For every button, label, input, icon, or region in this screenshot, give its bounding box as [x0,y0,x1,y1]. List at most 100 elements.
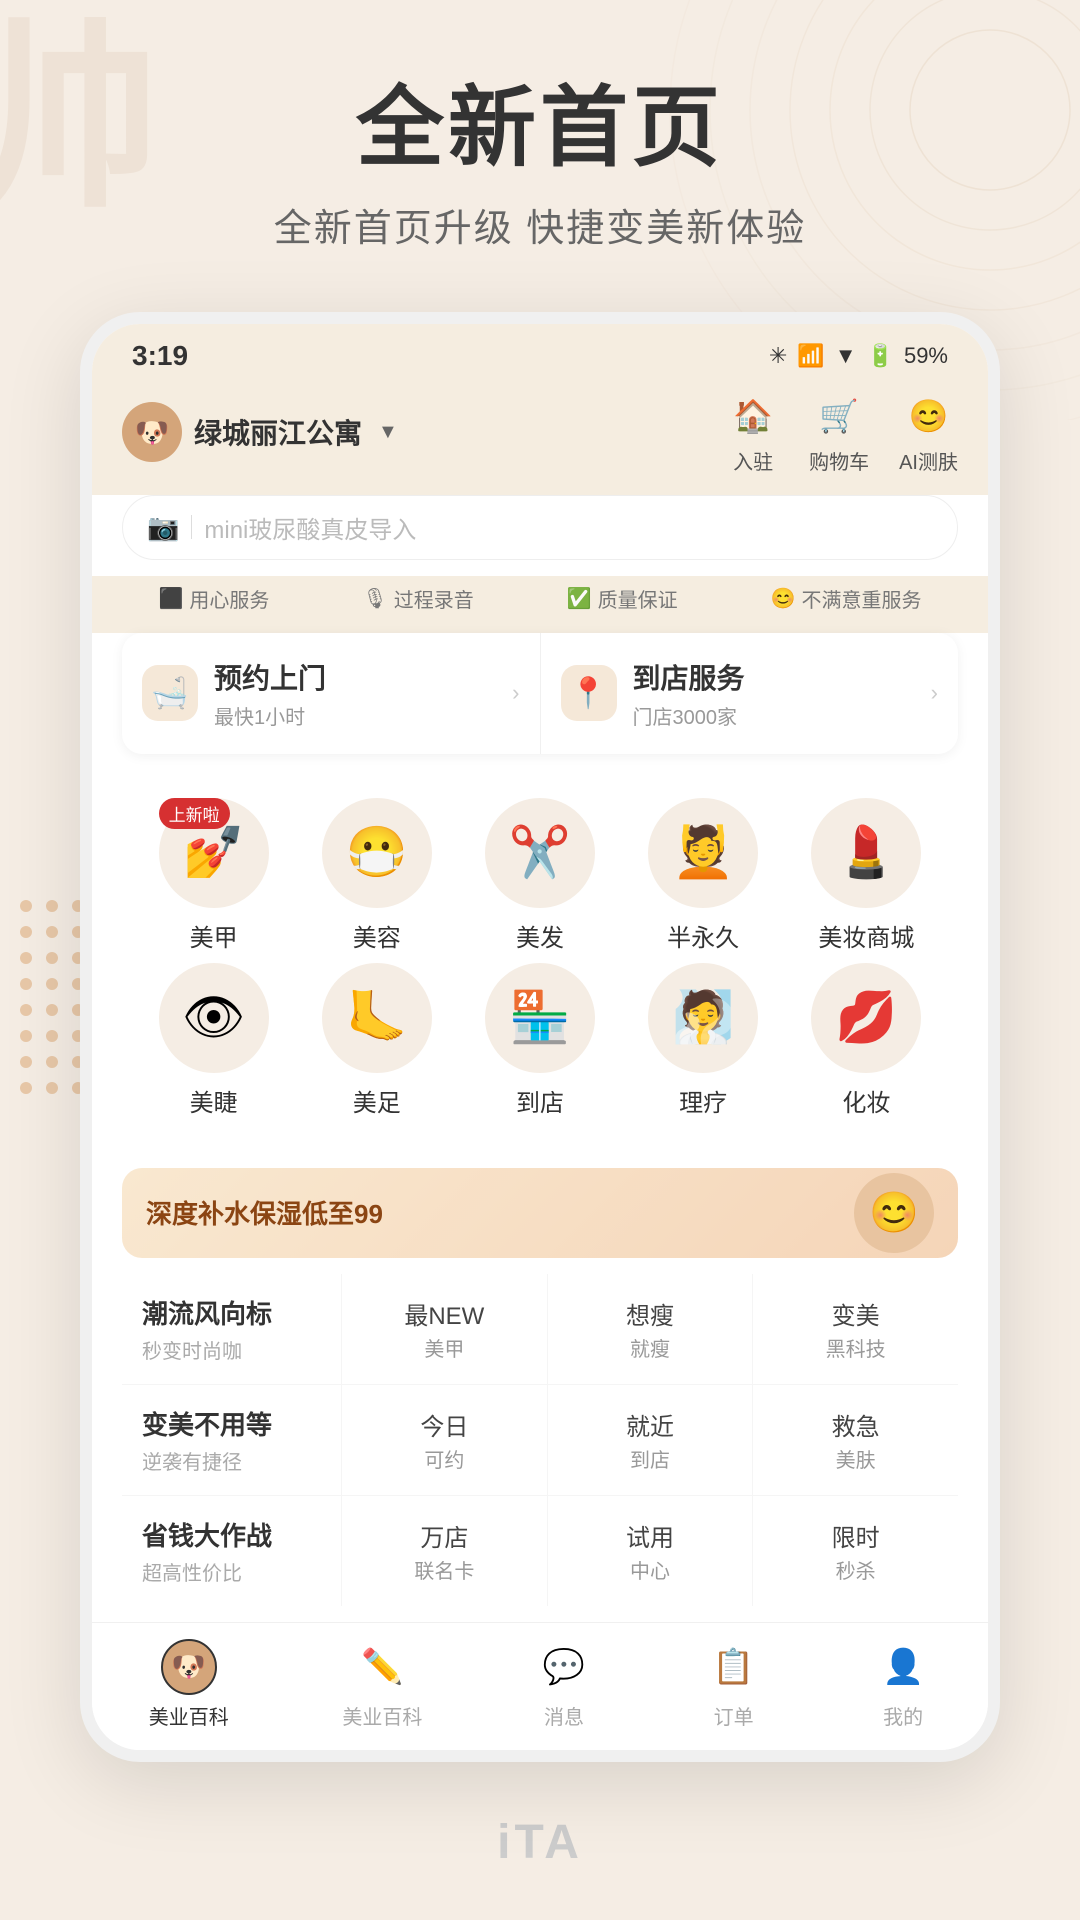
menu-cell-emergency-title: 救急 [832,1407,880,1442]
category-semiperm[interactable]: 💆 半永久 [633,798,773,953]
care-label: 用心服务 [189,584,269,613]
category-store-wrap: 🏪 [485,963,595,1073]
nav-home[interactable]: 🐶 美业百科 [149,1639,229,1730]
category-makeup-wrap: 💋 [811,963,921,1073]
checkin-label: 入驻 [733,446,773,475]
category-makeup-label: 化妆 [842,1083,890,1118]
location-name[interactable]: 绿城丽江公寓 [194,412,362,452]
nav-orders-label: 订单 [714,1701,754,1730]
nav-profile[interactable]: 👤 我的 [875,1639,931,1730]
menu-cell-flash-title: 限时 [832,1518,880,1553]
category-row-1: 💅 上新啦 美甲 😷 美容 ✂️ 美发 [132,798,948,953]
header-left[interactable]: 🐶 绿城丽江公寓 ▼ [122,402,398,462]
quality-icon: ✅ [567,586,592,611]
category-therapy[interactable]: 🧖 理疗 [633,963,773,1118]
search-camera-icon: 📷 [147,512,179,543]
care-icon: ⬛ [158,586,183,611]
user-avatar[interactable]: 🐶 [122,402,182,462]
hero-subtitle: 全新首页升级 快捷变美新体验 [40,197,1040,252]
category-hair-wrap: ✂️ [485,798,595,908]
category-therapy-circle: 🧖 [648,963,758,1073]
service-buttons-row: 🛁 预约上门 最快1小时 › 📍 到店服务 门店3000家 › [122,633,958,754]
menu-cell-card-sub: 联名卡 [414,1555,474,1584]
category-store[interactable]: 🏪 到店 [470,963,610,1118]
signal-icon: 📶 [797,343,824,369]
status-icons: ✳ 📶 ▼ 🔋 59% [769,343,948,369]
dropdown-arrow-icon[interactable]: ▼ [378,421,398,444]
menu-cell-card[interactable]: 万店 联名卡 [342,1496,548,1606]
category-lash[interactable]: 👁 美睫 [144,963,284,1118]
nav-profile-icon: 👤 [875,1639,931,1695]
menu-cell-emergency-sub: 美肤 [836,1444,876,1473]
category-beauty[interactable]: 😷 美容 [307,798,447,953]
category-hair-label: 美发 [516,918,564,953]
hero-title: 全新首页 [40,80,1040,177]
menu-cell-emergency[interactable]: 救急 美肤 [753,1385,958,1495]
menu-cell-nearby-sub: 到店 [630,1444,670,1473]
menu-header-nowait[interactable]: 变美不用等 逆袭有捷径 [122,1385,342,1495]
menu-cell-nearby[interactable]: 就近 到店 [548,1385,754,1495]
category-row-2: 👁 美睫 🦶 美足 🏪 到店 [132,963,948,1118]
menu-grid: 潮流风向标 秒变时尚咖 最NEW 美甲 想瘦 就瘦 变美 黑科技 [122,1274,958,1606]
wifi-icon: ▼ [835,343,857,369]
app-header: 🐶 绿城丽江公寓 ▼ 🏠 入驻 🛒 购物车 😊 AI测肤 [92,380,988,495]
header-cart-button[interactable]: 🛒 购物车 [809,390,869,475]
menu-cell-beauty-tech-sub: 黑科技 [826,1333,886,1362]
category-feet[interactable]: 🦶 美足 [307,963,447,1118]
menu-header-trend[interactable]: 潮流风向标 秒变时尚咖 [122,1274,342,1384]
category-section: 💅 上新啦 美甲 😷 美容 ✂️ 美发 [122,774,958,1152]
category-beauty-label: 美容 [353,918,401,953]
nav-message[interactable]: 💬 消息 [536,1639,592,1730]
nav-orders[interactable]: 📋 订单 [706,1639,762,1730]
promo-banner[interactable]: 深度补水保湿低至99 😊 [122,1168,958,1258]
category-hair[interactable]: ✂️ 美发 [470,798,610,953]
nav-encyclopedia[interactable]: ✏️ 美业百科 [342,1639,422,1730]
category-feet-label: 美足 [353,1083,401,1118]
phone-mockup: 3:19 ✳ 📶 ▼ 🔋 59% 🐶 绿城丽江公寓 ▼ 🏠 入驻 [80,312,1000,1762]
menu-nowait-subtitle: 逆袭有捷径 [142,1446,321,1475]
category-lash-wrap: 👁 [159,963,269,1073]
category-nail-wrap: 💅 上新啦 [159,798,269,908]
menu-cell-today-title: 今日 [420,1407,468,1442]
menu-cell-beauty-tech[interactable]: 变美 黑科技 [753,1274,958,1384]
hero-section: 全新首页 全新首页升级 快捷变美新体验 [0,0,1080,292]
category-cosmetics[interactable]: 💄 美妆商城 [796,798,936,953]
menu-cell-trial[interactable]: 试用 中心 [548,1496,754,1606]
refund-icon: 😊 [771,586,796,611]
header-checkin-button[interactable]: 🏠 入驻 [727,390,779,475]
menu-cell-slim[interactable]: 想瘦 就瘦 [548,1274,754,1384]
header-ai-button[interactable]: 😊 AI测肤 [899,390,958,475]
nav-message-icon: 💬 [536,1639,592,1695]
menu-cell-today[interactable]: 今日 可约 [342,1385,548,1495]
category-makeup[interactable]: 💋 化妆 [796,963,936,1118]
banner-text: 深度补水保湿低至99 [146,1194,383,1231]
store-service-button[interactable]: 📍 到店服务 门店3000家 › [541,633,959,754]
ai-icon: 😊 [903,390,955,442]
menu-cell-new-nail-sub: 美甲 [424,1333,464,1362]
home-service-icon: 🛁 [142,665,198,721]
ita-watermark: iTA [497,1815,583,1870]
menu-cell-new-nail[interactable]: 最NEW 美甲 [342,1274,548,1384]
menu-header-save[interactable]: 省钱大作战 超高性价比 [122,1496,342,1606]
category-nail[interactable]: 💅 上新啦 美甲 [144,798,284,953]
store-service-arrow-icon: › [931,680,938,706]
service-tag-care: ⬛ 用心服务 [158,584,269,613]
category-store-circle: 🏪 [485,963,595,1073]
nav-message-label: 消息 [544,1701,584,1730]
bottom-nav: 🐶 美业百科 ✏️ 美业百科 💬 消息 📋 订单 👤 我的 [92,1622,988,1750]
menu-save-title: 省钱大作战 [142,1516,321,1553]
search-placeholder-text: mini玻尿酸真皮导入 [204,510,416,545]
quality-label: 质量保证 [598,584,678,613]
menu-cell-flash[interactable]: 限时 秒杀 [753,1496,958,1606]
record-icon: 🎙 [362,586,387,611]
banner-face-icon: 😊 [854,1173,934,1253]
store-service-sub: 门店3000家 [633,701,745,730]
service-tags-bar: ⬛ 用心服务 🎙 过程录音 ✅ 质量保证 😊 不满意重服务 [92,576,988,633]
category-feet-wrap: 🦶 [322,963,432,1073]
nav-home-label: 美业百科 [149,1701,229,1730]
home-service-button[interactable]: 🛁 预约上门 最快1小时 › [122,633,541,754]
menu-row-3: 省钱大作战 超高性价比 万店 联名卡 试用 中心 限时 秒杀 [122,1496,958,1606]
store-service-title: 到店服务 [633,657,745,697]
menu-save-subtitle: 超高性价比 [142,1557,321,1586]
search-bar[interactable]: 📷 mini玻尿酸真皮导入 [122,495,958,560]
